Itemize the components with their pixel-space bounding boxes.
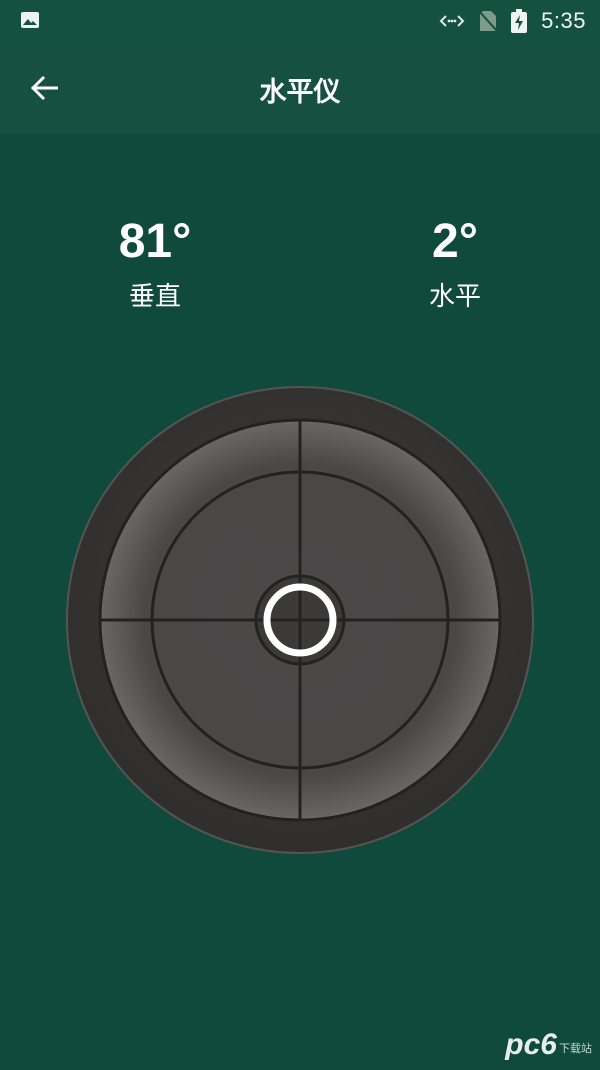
status-time: 5:35 [541, 8, 586, 33]
data-sync-icon [439, 15, 465, 27]
vertical-label: 垂直 [128, 282, 181, 312]
app-bar: 水平仪 [0, 42, 600, 134]
watermark: pc6 下载站 [505, 1028, 592, 1062]
level-screen: 5:35 水平仪 81° 垂直 2° 水平 pc6 下载站 [0, 0, 600, 1070]
horizontal-label: 水平 [428, 282, 481, 312]
page-title: 水平仪 [259, 77, 341, 108]
status-bar: 5:35 [0, 0, 600, 42]
watermark-logo: pc6 [505, 1028, 557, 1061]
vertical-reading: 81° 垂直 [55, 214, 255, 313]
vertical-angle-value: 81° [118, 215, 192, 268]
gallery-icon [21, 12, 39, 28]
horizontal-reading: 2° 水平 [355, 214, 555, 313]
watermark-sub: 下载站 [559, 1043, 592, 1055]
bubble-level-gauge [66, 386, 534, 854]
horizontal-angle-value: 2° [432, 215, 478, 268]
battery-charging-icon [511, 9, 528, 33]
no-sim-icon [479, 10, 498, 32]
